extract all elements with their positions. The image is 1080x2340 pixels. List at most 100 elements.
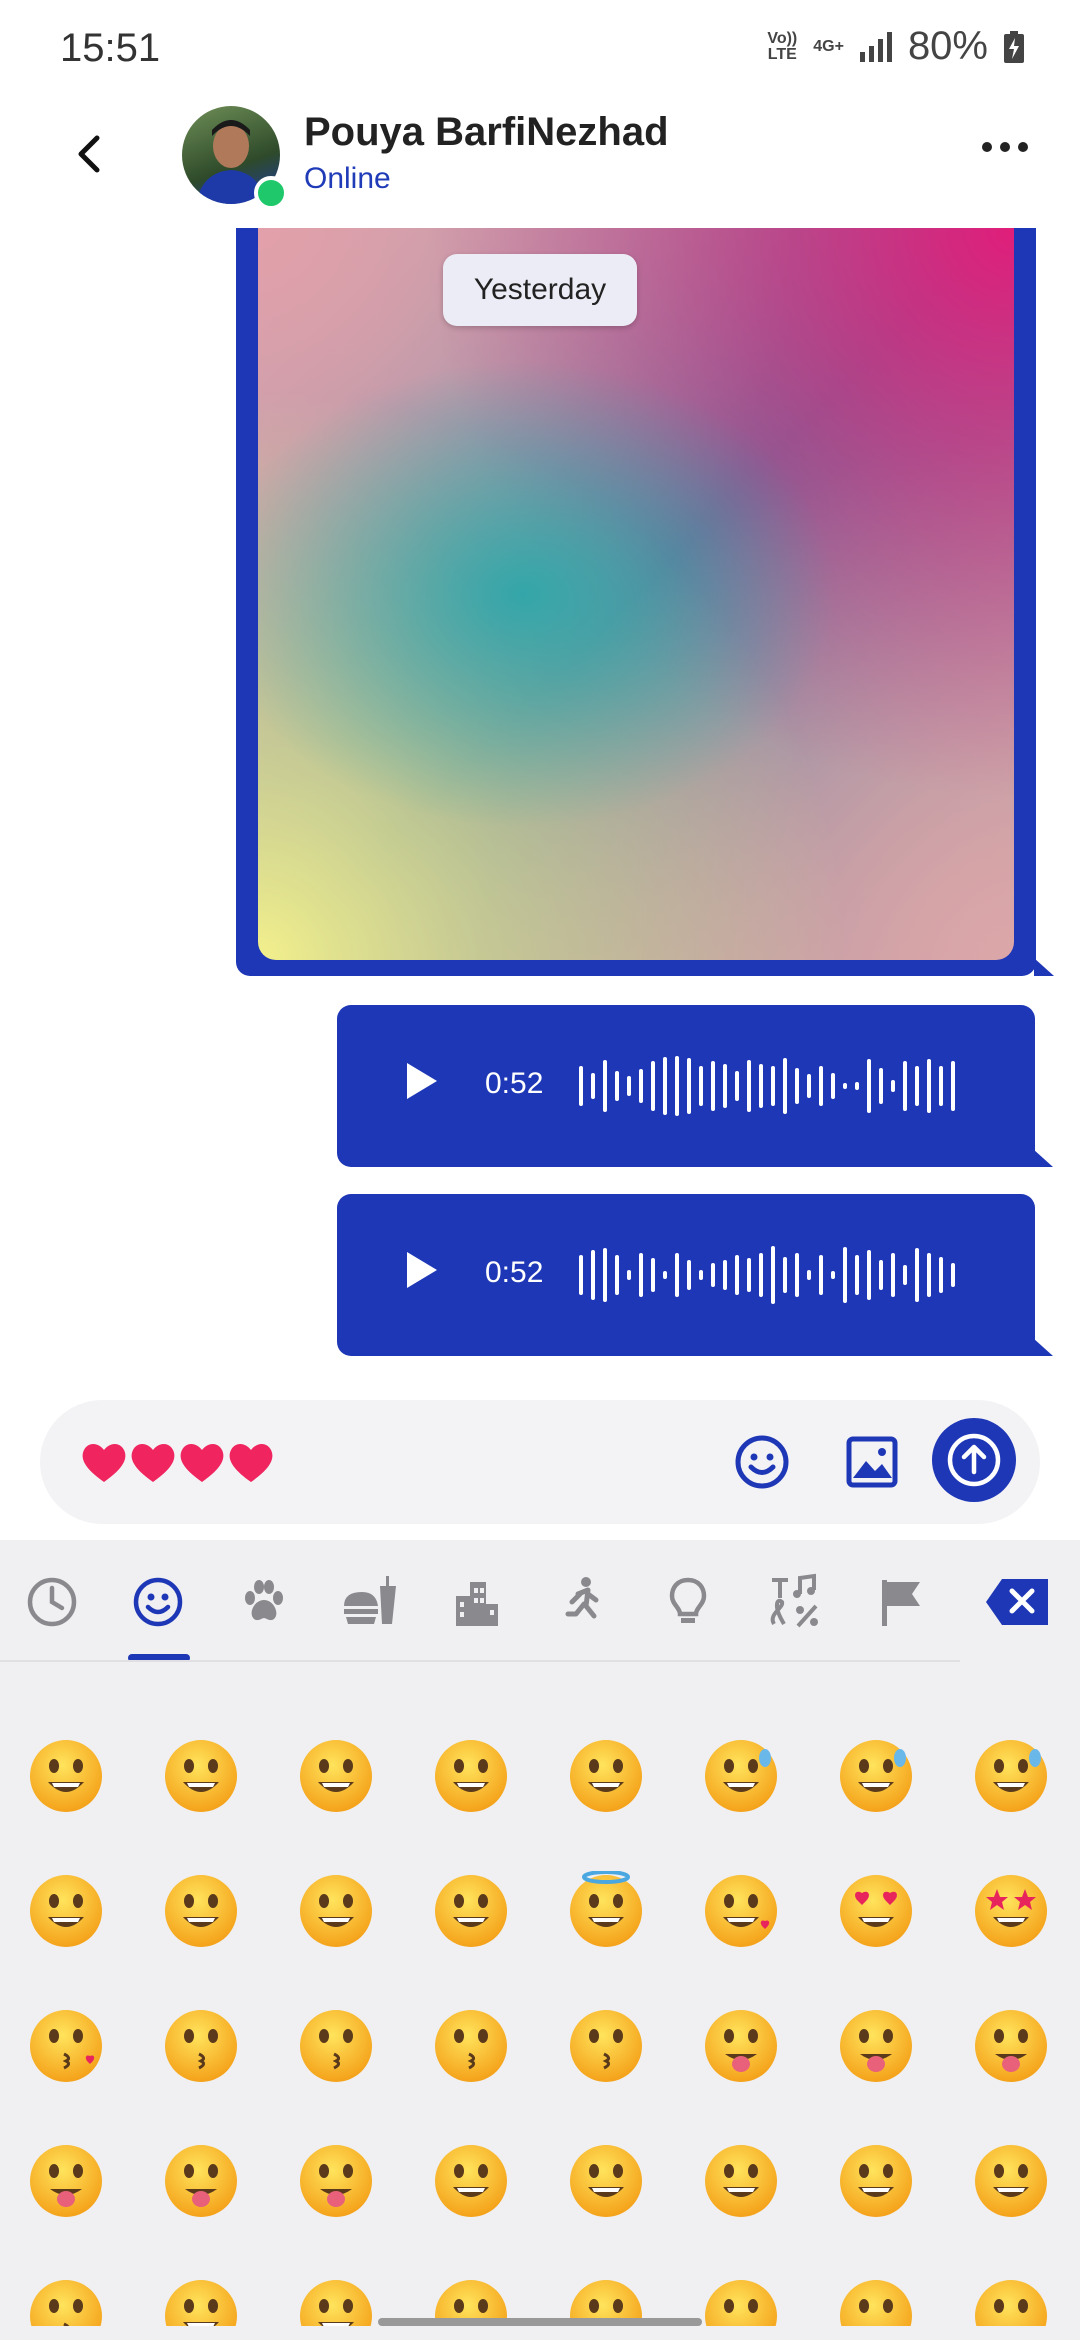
network-type: 4G+ [813,37,844,55]
emoji-blush[interactable] [431,1871,511,1951]
waveform-bar [903,1061,907,1111]
emoji-glyph [975,1740,1047,1812]
emoji-grinning[interactable] [26,1736,106,1816]
emoji-saluting[interactable] [971,2141,1051,2221]
waveform-bar [891,1253,895,1297]
tab-food[interactable] [338,1570,402,1634]
play-icon[interactable] [407,1252,437,1288]
tab-smileys[interactable] [126,1570,190,1634]
back-button[interactable] [60,124,120,184]
waveform-bar [783,1058,787,1114]
more-options-button[interactable] [982,142,1028,152]
emoji-sweat-smile[interactable] [701,1736,781,1816]
tab-activities[interactable] [550,1570,614,1634]
message-text[interactable] [80,1440,280,1497]
emoji-smile[interactable] [296,1736,376,1816]
emoji-glyph [165,2280,237,2326]
tab-places[interactable] [444,1570,508,1634]
tab-animals[interactable] [232,1570,296,1634]
tab-recent[interactable] [20,1570,84,1634]
emoji-kissing-closed-eyes[interactable] [431,2006,511,2086]
battery-charging-icon [1004,30,1024,63]
waveform-bar [699,1066,703,1106]
send-button[interactable] [932,1418,1016,1502]
gallery-button[interactable] [840,1430,904,1494]
home-indicator[interactable] [378,2318,702,2326]
emoji-slight-smile[interactable] [26,1871,106,1951]
emoji-tongue[interactable] [836,2006,916,2086]
emoji-peeking[interactable] [566,2141,646,2221]
emoji-glyph [165,1740,237,1812]
emoji-laughing[interactable] [566,1736,646,1816]
waveform-bar [747,1258,751,1292]
contact-name[interactable]: Pouya BarfiNezhad [304,110,669,155]
waveform-bar [711,1061,715,1111]
emoji-rofl[interactable] [836,1736,916,1816]
tab-flags[interactable] [868,1570,932,1634]
image-message-bubble[interactable] [236,228,1054,976]
backspace-icon [986,1579,1048,1625]
waveform-bar [771,1066,775,1106]
emoji-glyph [705,2280,777,2326]
emoji-glyph [705,2010,777,2082]
voice-message-bubble[interactable]: 0:52 [337,1005,1053,1167]
contact-status: Online [304,162,391,195]
emoji-neutral[interactable] [701,2276,781,2326]
waveform-bar [771,1246,775,1304]
waveform-bar [915,1248,919,1302]
emoji-squinting-tongue[interactable] [161,2141,241,2221]
emoji-money-mouth[interactable] [296,2141,376,2221]
emoji-kissing[interactable] [161,2006,241,2086]
waveform-bar [639,1069,643,1103]
emoji-wink[interactable] [296,1871,376,1951]
emoji-kissing-smiling-eyes[interactable] [566,2006,646,2086]
emoji-hugging[interactable] [431,2141,511,2221]
emoji-shushing[interactable] [26,2276,106,2326]
emoji-button[interactable] [730,1430,794,1494]
waveform-bar [615,1255,619,1295]
emoji-innocent[interactable] [566,1871,646,1951]
emoji-zany[interactable] [26,2141,106,2221]
emoji-smiling-hearts[interactable] [701,1871,781,1951]
emoji-hand-over-mouth[interactable] [701,2141,781,2221]
emoji-melting[interactable] [161,2276,241,2326]
running-icon [565,1577,599,1619]
waveform-bar [807,1074,811,1098]
emoji-yum[interactable] [701,2006,781,2086]
voice-duration: 0:52 [485,1067,544,1100]
emoji-star-struck[interactable] [971,1871,1051,1951]
emoji-joy[interactable] [971,1736,1051,1816]
emoji-relaxed[interactable] [296,2006,376,2086]
waveform[interactable] [579,1238,979,1312]
emoji-glyph [975,2010,1047,2082]
waveform-bar [759,1064,763,1108]
emoji-expressionless[interactable] [971,2276,1051,2326]
emoji-glyph [570,2145,642,2217]
emoji-winking-tongue[interactable] [971,2006,1051,2086]
waveform[interactable] [579,1049,979,1123]
emoji-thinking[interactable] [296,2276,376,2326]
message-image[interactable] [258,228,1014,960]
voice-duration: 0:52 [485,1256,544,1289]
message-input[interactable] [40,1400,1040,1524]
emoji-upside-down[interactable] [161,1871,241,1951]
volte-indicator: Vo)) LTE [767,29,798,63]
emoji-grin[interactable] [431,1736,511,1816]
emoji-kissing-heart[interactable] [26,2006,106,2086]
waveform-bar [795,1253,799,1297]
emoji-glyph [300,2145,372,2217]
play-icon[interactable] [407,1063,437,1099]
backspace-button[interactable] [984,1570,1052,1634]
emoji-heart-eyes[interactable] [836,1871,916,1951]
waveform-bar [723,1260,727,1290]
emoji-diagonal-mouth[interactable] [836,2276,916,2326]
emoji-glyph [840,1740,912,1812]
emoji-glyph [435,1875,507,1947]
tab-objects[interactable] [656,1570,720,1634]
emoji-covering-mouth[interactable] [836,2141,916,2221]
emoji-smiley[interactable] [161,1736,241,1816]
paw-icon [245,1580,283,1621]
tab-symbols[interactable] [762,1570,826,1634]
smiley-icon [133,1577,183,1627]
voice-message-bubble[interactable]: 0:52 [337,1194,1053,1356]
